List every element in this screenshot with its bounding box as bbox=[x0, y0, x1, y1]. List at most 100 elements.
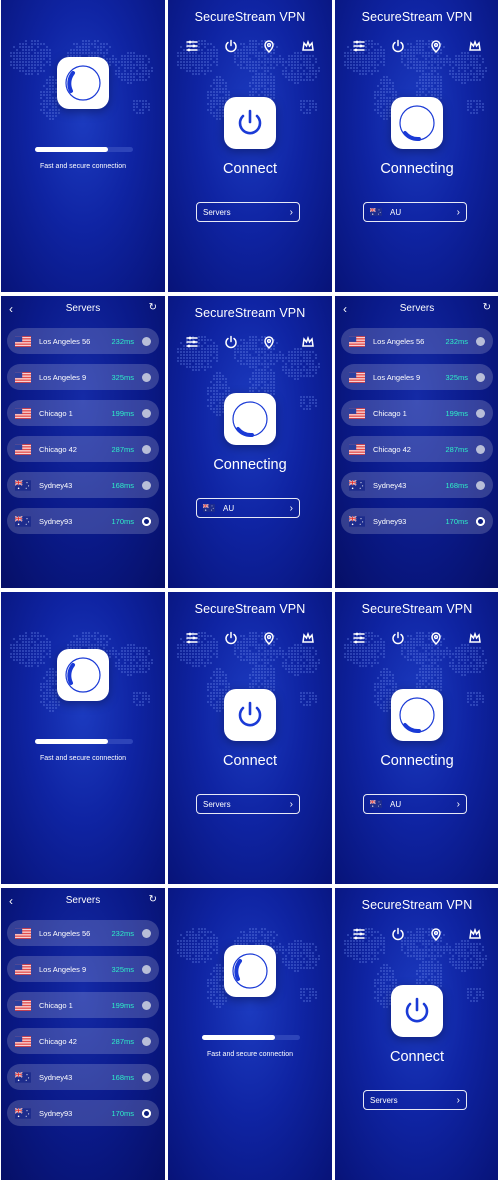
servers-button[interactable]: Servers › bbox=[196, 794, 300, 814]
progress-bar bbox=[202, 1035, 300, 1040]
server-name: Sydney93 bbox=[39, 516, 73, 526]
server-ping: 168ms bbox=[111, 1072, 134, 1082]
server-row[interactable]: Los Angeles 9 325ms bbox=[341, 364, 493, 390]
server-radio[interactable] bbox=[476, 480, 485, 490]
server-row[interactable]: Sydney93 170ms bbox=[7, 508, 159, 534]
crown-icon[interactable] bbox=[467, 926, 483, 942]
us-flag-icon bbox=[15, 407, 31, 419]
sliders-icon[interactable] bbox=[351, 38, 367, 54]
loading-spinner-icon bbox=[57, 649, 109, 701]
server-row[interactable]: Chicago 1 199ms bbox=[341, 400, 493, 426]
sliders-icon[interactable] bbox=[351, 926, 367, 942]
server-ping: 232ms bbox=[445, 336, 468, 346]
server-row[interactable]: Los Angeles 9 325ms bbox=[7, 364, 159, 390]
connecting-spinner-icon bbox=[224, 393, 276, 445]
server-row[interactable]: Los Angeles 56 232ms bbox=[7, 920, 159, 946]
server-ping: 325ms bbox=[111, 964, 134, 974]
power-icon[interactable] bbox=[223, 334, 239, 350]
servers-button[interactable]: Servers › bbox=[196, 202, 300, 222]
au-flag-icon bbox=[349, 479, 365, 491]
sliders-icon[interactable] bbox=[184, 334, 200, 350]
refresh-icon[interactable]: ↻ bbox=[483, 302, 491, 313]
server-row[interactable]: Chicago 1 199ms bbox=[7, 400, 159, 426]
server-row[interactable]: Los Angeles 56 232ms bbox=[341, 328, 493, 354]
power-icon[interactable] bbox=[390, 630, 406, 646]
servers-button[interactable]: Servers › bbox=[363, 1090, 467, 1110]
server-row[interactable]: Chicago 42 287ms bbox=[7, 436, 159, 462]
crown-icon[interactable] bbox=[300, 38, 316, 54]
server-name: Chicago 42 bbox=[39, 1036, 77, 1046]
location-pin-icon[interactable] bbox=[261, 38, 277, 54]
server-radio[interactable] bbox=[142, 1072, 151, 1082]
splash-caption: Fast and secure connection bbox=[40, 163, 126, 170]
server-radio[interactable] bbox=[142, 336, 151, 346]
server-row[interactable]: Sydney43 168ms bbox=[7, 1064, 159, 1090]
us-flag-icon bbox=[15, 999, 31, 1011]
chevron-right-icon: › bbox=[456, 798, 460, 810]
server-radio[interactable] bbox=[476, 336, 485, 346]
crown-icon[interactable] bbox=[300, 334, 316, 350]
server-radio[interactable] bbox=[142, 444, 151, 454]
server-ping: 199ms bbox=[445, 408, 468, 418]
connection-status: Connecting bbox=[380, 753, 454, 769]
server-ping: 287ms bbox=[111, 1036, 134, 1046]
server-row[interactable]: Sydney93 170ms bbox=[341, 508, 493, 534]
power-icon[interactable] bbox=[390, 926, 406, 942]
server-radio[interactable] bbox=[142, 964, 151, 974]
progress-fill bbox=[35, 147, 108, 152]
location-pin-icon[interactable] bbox=[428, 630, 444, 646]
app-title: SecureStream VPN bbox=[361, 898, 473, 912]
server-radio[interactable] bbox=[476, 408, 485, 418]
server-radio[interactable] bbox=[476, 444, 485, 454]
server-row[interactable]: Los Angeles 9 325ms bbox=[7, 956, 159, 982]
server-row[interactable]: Sydney43 168ms bbox=[7, 472, 159, 498]
chevron-right-icon: › bbox=[289, 798, 293, 810]
sliders-icon[interactable] bbox=[184, 630, 200, 646]
server-radio[interactable] bbox=[142, 1036, 151, 1046]
us-flag-icon bbox=[15, 927, 31, 939]
server-radio[interactable] bbox=[476, 516, 485, 526]
server-ping: 325ms bbox=[445, 372, 468, 382]
power-icon[interactable] bbox=[390, 38, 406, 54]
location-pin-icon[interactable] bbox=[428, 38, 444, 54]
server-radio[interactable] bbox=[142, 408, 151, 418]
power-button[interactable] bbox=[224, 97, 276, 149]
server-row[interactable]: Chicago 42 287ms bbox=[7, 1028, 159, 1054]
server-row[interactable]: Sydney93 170ms bbox=[7, 1100, 159, 1126]
location-pin-icon[interactable] bbox=[261, 630, 277, 646]
server-row[interactable]: Chicago 1 199ms bbox=[7, 992, 159, 1018]
crown-icon[interactable] bbox=[300, 630, 316, 646]
server-name: Chicago 42 bbox=[373, 444, 411, 454]
server-radio[interactable] bbox=[142, 1108, 151, 1118]
server-radio[interactable] bbox=[142, 1000, 151, 1010]
country-selector[interactable]: AU › bbox=[196, 498, 300, 518]
progress-bar bbox=[35, 147, 133, 152]
server-radio[interactable] bbox=[476, 372, 485, 382]
app-title: SecureStream VPN bbox=[361, 602, 473, 616]
server-name: Sydney93 bbox=[39, 1108, 73, 1118]
location-pin-icon[interactable] bbox=[428, 926, 444, 942]
sliders-icon[interactable] bbox=[184, 38, 200, 54]
crown-icon[interactable] bbox=[467, 38, 483, 54]
sliders-icon[interactable] bbox=[351, 630, 367, 646]
server-radio[interactable] bbox=[142, 516, 151, 526]
server-radio[interactable] bbox=[142, 372, 151, 382]
crown-icon[interactable] bbox=[467, 630, 483, 646]
country-selector[interactable]: AU › bbox=[363, 202, 467, 222]
power-icon[interactable] bbox=[223, 38, 239, 54]
power-button[interactable] bbox=[224, 689, 276, 741]
loading-spinner-icon bbox=[224, 945, 276, 997]
server-row[interactable]: Chicago 42 287ms bbox=[341, 436, 493, 462]
server-radio[interactable] bbox=[142, 480, 151, 490]
server-row[interactable]: Sydney43 168ms bbox=[341, 472, 493, 498]
power-button[interactable] bbox=[391, 985, 443, 1037]
power-icon[interactable] bbox=[223, 630, 239, 646]
server-row[interactable]: Los Angeles 56 232ms bbox=[7, 328, 159, 354]
server-radio[interactable] bbox=[142, 928, 151, 938]
country-selector[interactable]: AU › bbox=[363, 794, 467, 814]
location-pin-icon[interactable] bbox=[261, 334, 277, 350]
refresh-icon[interactable]: ↻ bbox=[149, 894, 157, 905]
us-flag-icon bbox=[15, 371, 31, 383]
server-ping: 170ms bbox=[445, 516, 468, 526]
refresh-icon[interactable]: ↻ bbox=[149, 302, 157, 313]
